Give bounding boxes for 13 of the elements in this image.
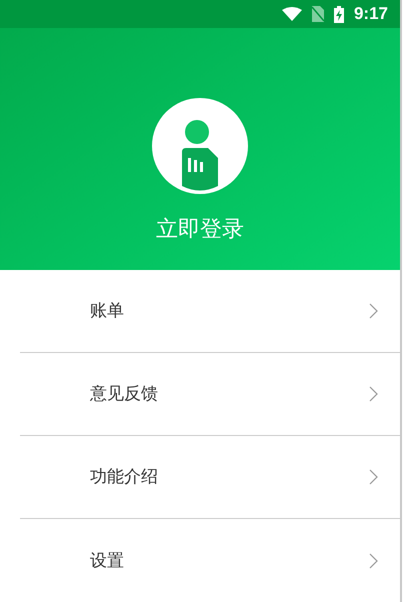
chevron-right-icon: [369, 469, 378, 485]
menu-item[interactable]: 设置: [20, 519, 400, 602]
menu-item[interactable]: 意见反馈: [20, 353, 400, 436]
menu-item[interactable]: 功能介绍: [20, 436, 400, 519]
battery-charging-icon: [334, 6, 344, 22]
chevron-right-icon: [369, 552, 378, 568]
no-sim-icon: [312, 6, 324, 22]
chevron-right-icon: [369, 386, 378, 402]
menu-item[interactable]: 账单: [20, 270, 400, 353]
clock-time: 9:17: [354, 3, 388, 26]
wifi-icon: [282, 7, 302, 21]
chevron-right-icon: [369, 303, 378, 319]
avatar-icon[interactable]: [152, 98, 248, 194]
